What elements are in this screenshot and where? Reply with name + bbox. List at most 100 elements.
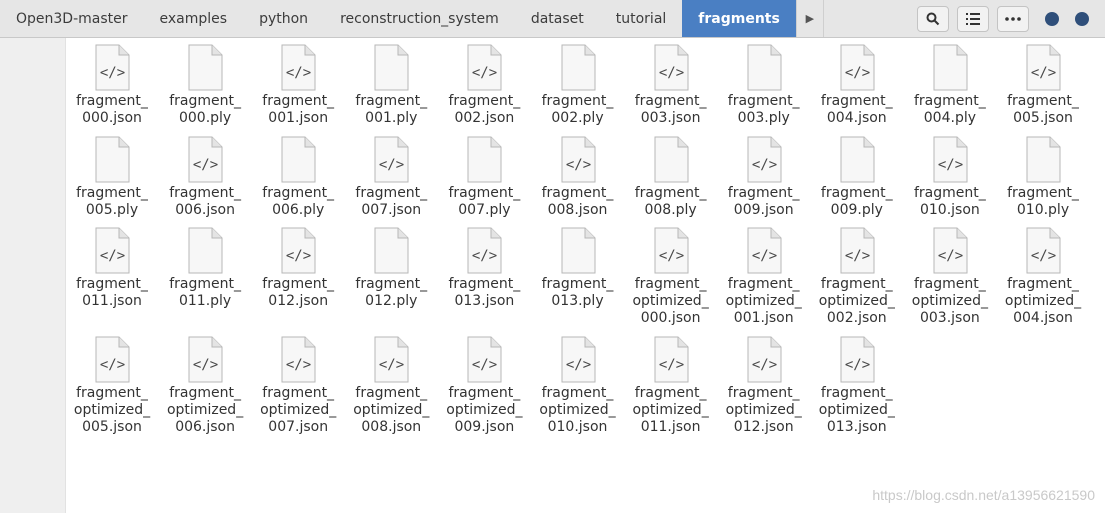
file-icon (654, 136, 689, 183)
file-item[interactable]: fragment_ 004.ply (904, 44, 996, 127)
file-item[interactable]: fragment_ 000.ply (159, 44, 251, 127)
json-file-icon: </> (281, 336, 316, 383)
breadcrumb-item[interactable]: Open3D-master (0, 0, 144, 37)
breadcrumb-item[interactable]: reconstruction_system (324, 0, 515, 37)
file-item[interactable]: fragment_ 011.ply (159, 227, 251, 310)
file-name-line: fragment_ (541, 276, 614, 292)
file-name-line: fragment_ (355, 93, 428, 109)
svg-text:</>: </> (100, 357, 125, 373)
file-item[interactable]: </> fragment_ optimized_ 009.json (438, 336, 530, 436)
file-item[interactable]: fragment_ 012.ply (345, 227, 437, 310)
path-bar: Open3D-master examples python reconstruc… (0, 0, 1105, 38)
file-item[interactable]: </> fragment_ 003.json (625, 44, 717, 127)
file-icon (467, 136, 502, 183)
file-item[interactable]: fragment_ 013.ply (532, 227, 624, 310)
file-item[interactable]: fragment_ 005.ply (66, 136, 158, 219)
svg-text:</>: </> (286, 65, 311, 81)
file-name-line: 013.json (826, 419, 887, 435)
breadcrumb-item[interactable]: examples (144, 0, 244, 37)
svg-text:</>: </> (845, 65, 870, 81)
file-item[interactable]: </> fragment_ optimized_ 011.json (625, 336, 717, 436)
breadcrumb-item[interactable]: python (243, 0, 324, 37)
file-item[interactable]: </> fragment_ optimized_ 006.json (159, 336, 251, 436)
file-name-line: fragment_ (820, 185, 893, 201)
file-item[interactable]: </> fragment_ optimized_ 004.json (997, 227, 1089, 327)
file-name-line: fragment_ (355, 185, 428, 201)
more-menu-icon (1005, 17, 1021, 21)
file-name-line: 005.json (82, 419, 142, 435)
file-icon (95, 136, 130, 183)
svg-text:</>: </> (752, 357, 777, 373)
file-name-label: fragment_ 004.ply (904, 93, 996, 127)
breadcrumb-item[interactable]: dataset (515, 0, 600, 37)
file-icon (374, 44, 409, 91)
file-name-line: 002.ply (551, 110, 604, 126)
file-item[interactable]: fragment_ 001.ply (345, 44, 437, 127)
file-item[interactable]: </> fragment_ optimized_ 003.json (904, 227, 996, 327)
file-item[interactable]: </> fragment_ 008.json (532, 136, 624, 219)
file-item[interactable]: </> fragment_ optimized_ 005.json (66, 336, 158, 436)
file-name-line: optimized_ (632, 293, 709, 309)
file-item[interactable]: fragment_ 008.ply (625, 136, 717, 219)
file-item[interactable]: </> fragment_ 002.json (438, 44, 530, 127)
file-item[interactable]: </> fragment_ 012.json (252, 227, 344, 310)
file-name-line: optimized_ (911, 293, 988, 309)
file-item[interactable]: </> fragment_ optimized_ 013.json (811, 336, 903, 436)
window-maximize-button[interactable] (1075, 12, 1089, 26)
json-file-icon: </> (747, 136, 782, 183)
file-item[interactable]: </> fragment_ optimized_ 012.json (718, 336, 810, 436)
svg-text:</>: </> (472, 357, 497, 373)
file-item[interactable]: </> fragment_ 000.json (66, 44, 158, 127)
file-item[interactable]: fragment_ 002.ply (532, 44, 624, 127)
window-minimize-button[interactable] (1045, 12, 1059, 26)
file-item[interactable]: fragment_ 006.ply (252, 136, 344, 219)
file-item[interactable]: fragment_ 007.ply (438, 136, 530, 219)
file-item[interactable]: </> fragment_ optimized_ 008.json (345, 336, 437, 436)
more-menu-button[interactable] (997, 6, 1029, 32)
json-file-icon: </> (561, 336, 595, 383)
file-name-label: fragment_ 013.ply (532, 276, 624, 310)
svg-text:</>: </> (379, 357, 404, 373)
file-name-line: 010.ply (1016, 202, 1070, 218)
file-item[interactable]: </> fragment_ 007.json (345, 136, 437, 219)
file-item[interactable]: fragment_ 010.ply (997, 136, 1089, 219)
file-icon (747, 44, 782, 91)
svg-text:</>: </> (1031, 65, 1056, 81)
file-name-line: fragment_ (169, 385, 241, 401)
file-item[interactable]: </> fragment_ 006.json (159, 136, 251, 219)
file-name-line: 009.json (454, 419, 515, 435)
search-button[interactable] (917, 6, 949, 32)
file-item[interactable]: </> fragment_ 010.json (904, 136, 996, 219)
view-toggle-button[interactable] (957, 6, 989, 32)
file-item[interactable]: fragment_ 009.ply (811, 136, 903, 219)
svg-text:</>: </> (752, 157, 777, 173)
file-name-line: 003.json (640, 110, 701, 126)
json-file-icon: </> (374, 136, 409, 183)
file-item[interactable]: </> fragment_ 004.json (811, 44, 903, 127)
file-item[interactable]: </> fragment_ 001.json (252, 44, 344, 127)
file-item[interactable]: </> fragment_ optimized_ 000.json (625, 227, 717, 327)
svg-text:</>: </> (565, 157, 590, 173)
file-item[interactable]: </> fragment_ optimized_ 010.json (532, 336, 624, 436)
breadcrumb-item[interactable]: tutorial (600, 0, 683, 37)
chevron-right-icon[interactable]: ▶ (795, 0, 824, 37)
json-file-icon: </> (95, 44, 130, 91)
file-item[interactable]: </> fragment_ optimized_ 002.json (811, 227, 903, 327)
file-item[interactable]: fragment_ 003.ply (718, 44, 810, 127)
file-item[interactable]: </> fragment_ optimized_ 007.json (252, 336, 344, 436)
file-name-line: 010.json (547, 419, 608, 435)
file-name-line: 010.json (919, 202, 980, 218)
file-item[interactable]: </> fragment_ 011.json (66, 227, 158, 310)
file-name-line: fragment_ (262, 385, 335, 401)
file-item[interactable]: </> fragment_ 009.json (718, 136, 810, 219)
file-item[interactable]: </> fragment_ 013.json (438, 227, 530, 310)
file-item[interactable]: </> fragment_ 005.json (997, 44, 1089, 127)
file-item[interactable]: </> fragment_ optimized_ 001.json (718, 227, 810, 327)
file-name-label: fragment_ 004.json (811, 93, 903, 127)
breadcrumb-item-current[interactable]: fragments (682, 0, 796, 37)
file-name-line: 003.ply (737, 110, 790, 126)
file-name-line: optimized_ (353, 402, 430, 418)
file-icon (561, 227, 595, 274)
file-name-label: fragment_ 003.json (625, 93, 717, 127)
file-name-label: fragment_ 008.json (532, 185, 624, 219)
